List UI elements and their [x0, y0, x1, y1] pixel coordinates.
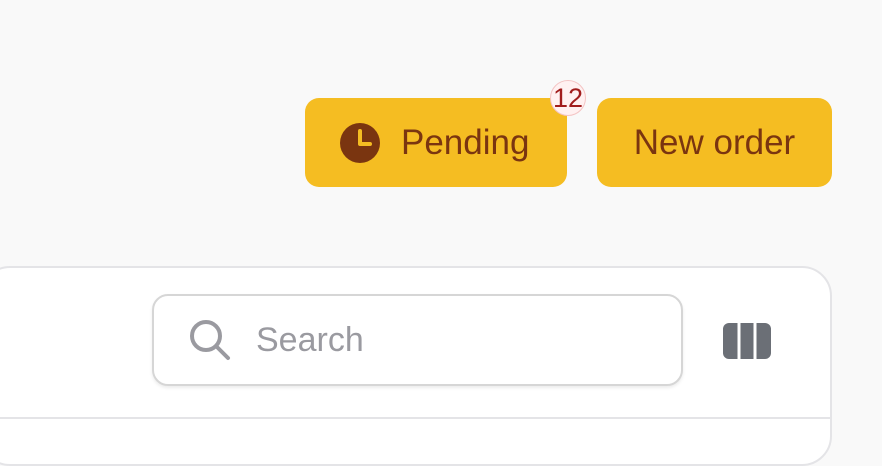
pending-button-label: Pending — [401, 122, 530, 162]
search-input[interactable] — [254, 319, 638, 361]
pending-button[interactable]: Pending 12 — [305, 80, 586, 187]
panel-divider — [0, 417, 830, 419]
search-icon — [190, 320, 230, 360]
new-order-button-label: New order — [633, 122, 796, 162]
header-actions: Pending 12 New order — [305, 80, 832, 187]
columns-icon[interactable] — [723, 323, 771, 359]
clock-icon — [340, 122, 380, 163]
search-box[interactable] — [152, 294, 683, 386]
pending-count-badge: 12 — [549, 80, 586, 116]
new-order-button[interactable]: New order — [597, 98, 832, 187]
